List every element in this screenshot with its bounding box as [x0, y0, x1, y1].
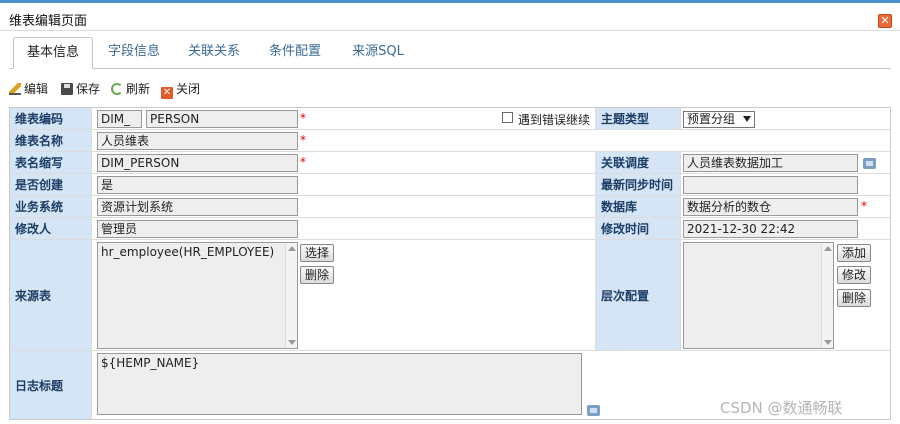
database-field[interactable]: 数据分析的数仓 — [683, 198, 858, 216]
required-mark: * — [861, 199, 867, 213]
row-abbr: 表名缩写 DIM_PERSON * 关联调度 人员维表数据加工 — [10, 152, 890, 174]
schedule-label: 关联调度 — [595, 152, 681, 173]
level-config-list[interactable] — [683, 242, 834, 349]
modifier-label: 修改人 — [10, 218, 92, 239]
close-label: 关闭 — [176, 82, 201, 96]
tab-relations[interactable]: 关联关系 — [179, 37, 249, 69]
delete-level-button[interactable]: 删除 — [837, 289, 871, 307]
scroll-up-icon[interactable] — [824, 246, 832, 251]
title-bar: 维表编辑页面 ✕ — [0, 3, 900, 31]
tab-field-info[interactable]: 字段信息 — [99, 37, 169, 69]
row-name: 维表名称 人员维表 * — [10, 130, 890, 152]
continue-on-error-checkbox[interactable] — [502, 112, 513, 123]
row-code: 维表编码 DIM_ PERSON * 遇到错误继续 主题类型 预置分组 — [10, 108, 890, 130]
log-title-field[interactable]: ${HEMP_NAME} — [97, 353, 582, 415]
code-label: 维表编码 — [10, 108, 92, 129]
save-label: 保存 — [76, 82, 101, 96]
row-created: 是否创建 是 最新同步时间 — [10, 174, 890, 196]
continue-on-error-label: 遇到错误继续 — [518, 113, 591, 127]
row-source: 来源表 hr_employee(HR_EMPLOYEE) 选择 删除 层次配置 … — [10, 240, 890, 351]
abbr-field[interactable]: DIM_PERSON — [97, 154, 298, 172]
select-source-button[interactable]: 选择 — [300, 244, 334, 262]
required-mark: * — [300, 155, 306, 169]
tab-source-sql[interactable]: 来源SQL — [342, 37, 414, 69]
refresh-label: 刷新 — [126, 82, 151, 96]
save-icon — [61, 83, 73, 95]
theme-type-select[interactable]: 预置分组 — [683, 111, 755, 128]
tab-basic-info[interactable]: 基本信息 — [13, 37, 93, 69]
refresh-icon — [111, 83, 123, 95]
system-field[interactable]: 资源计划系统 — [97, 198, 298, 216]
mod-time-label: 修改时间 — [595, 218, 681, 239]
theme-type-value: 预置分组 — [687, 112, 736, 126]
lookup-icon[interactable] — [587, 405, 600, 416]
scroll-down-icon[interactable] — [288, 340, 296, 345]
database-label: 数据库 — [595, 196, 681, 217]
mod-time-field[interactable]: 2021-12-30 22:42 — [683, 220, 858, 238]
created-field[interactable]: 是 — [97, 176, 298, 194]
tab-bar: 基本信息 字段信息 关联关系 条件配置 来源SQL — [9, 37, 891, 69]
name-label: 维表名称 — [10, 130, 92, 151]
sync-time-field[interactable] — [683, 176, 858, 194]
scroll-up-icon[interactable] — [288, 246, 296, 251]
row-modifier: 修改人 管理员 修改时间 2021-12-30 22:42 — [10, 218, 890, 240]
add-level-button[interactable]: 添加 — [837, 244, 871, 262]
theme-type-label: 主题类型 — [595, 108, 681, 129]
delete-source-button[interactable]: 删除 — [300, 266, 334, 284]
edit-button[interactable]: 编辑 — [9, 80, 48, 98]
row-system: 业务系统 资源计划系统 数据库 数据分析的数仓 * — [10, 196, 890, 218]
tab-conditions[interactable]: 条件配置 — [260, 37, 330, 69]
edit-label: 编辑 — [24, 82, 49, 96]
watermark: CSDN @数通畅联 — [720, 399, 843, 417]
required-mark: * — [300, 133, 306, 147]
name-field[interactable]: 人员维表 — [97, 132, 298, 150]
window-title: 维表编辑页面 — [9, 14, 88, 29]
close-window-icon[interactable]: ✕ — [878, 14, 892, 28]
chevron-down-icon — [743, 116, 751, 122]
schedule-field[interactable]: 人员维表数据加工 — [683, 154, 858, 172]
source-table-item[interactable]: hr_employee(HR_EMPLOYEE) — [101, 245, 274, 259]
save-button[interactable]: 保存 — [61, 80, 100, 98]
source-label: 来源表 — [10, 240, 92, 350]
abbr-label: 表名缩写 — [10, 152, 92, 173]
level-config-label: 层次配置 — [595, 240, 681, 350]
lookup-icon[interactable] — [863, 158, 876, 169]
refresh-button[interactable]: 刷新 — [111, 80, 150, 98]
close-button[interactable]: ✕ 关闭 — [161, 80, 201, 99]
close-icon: ✕ — [161, 87, 173, 99]
system-label: 业务系统 — [10, 196, 92, 217]
code-field[interactable]: PERSON — [146, 110, 298, 128]
sync-time-label: 最新同步时间 — [595, 174, 681, 195]
modifier-field[interactable]: 管理员 — [97, 220, 298, 238]
list-scrollbar[interactable] — [285, 243, 297, 348]
modify-level-button[interactable]: 修改 — [837, 266, 871, 284]
pencil-icon — [9, 83, 21, 95]
source-table-list[interactable]: hr_employee(HR_EMPLOYEE) — [97, 242, 298, 349]
code-prefix-field[interactable]: DIM_ — [97, 110, 142, 128]
created-label: 是否创建 — [10, 174, 92, 195]
list-scrollbar[interactable] — [821, 243, 833, 348]
basic-info-form: 维表编码 DIM_ PERSON * 遇到错误继续 主题类型 预置分组 维表名称… — [9, 107, 891, 420]
scroll-down-icon[interactable] — [824, 340, 832, 345]
log-title-label: 日志标题 — [10, 351, 92, 419]
required-mark: * — [300, 111, 306, 125]
